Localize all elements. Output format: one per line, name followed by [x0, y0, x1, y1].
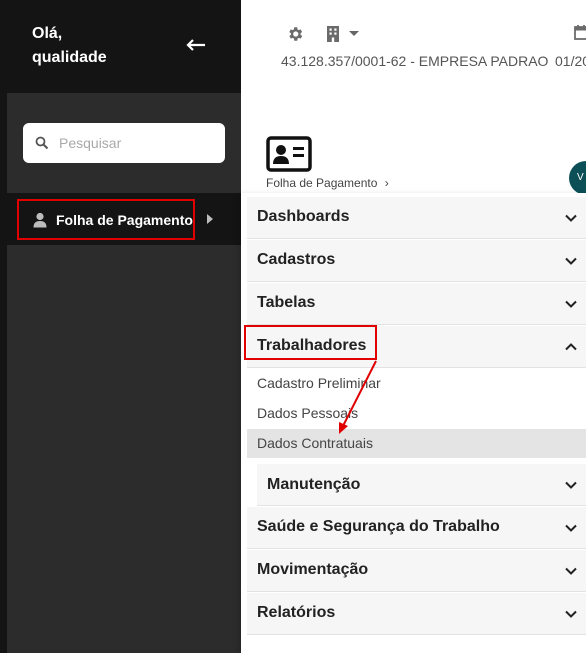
- chevron-down-icon: [565, 567, 577, 575]
- chevron-down-icon: [565, 610, 577, 618]
- chevron-down-icon: [565, 524, 577, 532]
- date-label: 01/20: [555, 53, 586, 69]
- id-card-icon: [266, 136, 312, 172]
- greeting-line1: Olá,: [32, 25, 63, 42]
- building-icon[interactable]: [325, 25, 341, 43]
- submenu-item-cadastro-preliminar[interactable]: Cadastro Preliminar: [257, 375, 381, 391]
- menu-section-label: Saúde e Segurança do Trabalho: [257, 518, 500, 535]
- menu-section-label: Manutenção: [267, 476, 361, 493]
- greeting-user: qualidade: [32, 49, 107, 66]
- greeting: Olá, qualidade: [32, 22, 107, 70]
- breadcrumb-chevron-icon: ›: [384, 176, 389, 190]
- gear-icon[interactable]: [286, 25, 304, 43]
- menu-section-dashboards[interactable]: Dashboards: [247, 197, 586, 239]
- breadcrumb[interactable]: Folha de Pagamento ›: [266, 176, 389, 190]
- company-label: 43.128.357/0001-62 - EMPRESA PADRAO: [281, 53, 549, 69]
- menu-section-label: Cadastros: [257, 251, 336, 268]
- submenu-item-dados-pessoais[interactable]: Dados Pessoais: [257, 405, 358, 421]
- sidebar-body: [7, 93, 241, 653]
- search-field[interactable]: [23, 123, 225, 163]
- menu-section-label: Relatórios: [257, 604, 336, 621]
- search-input[interactable]: [59, 135, 209, 151]
- chevron-down-icon: [565, 300, 577, 308]
- menu-section-relatorios[interactable]: Relatórios: [247, 593, 586, 635]
- chevron-down-icon[interactable]: [349, 31, 359, 36]
- menu-section-movimentacao[interactable]: Movimentação: [247, 550, 586, 592]
- menu-section-label: Dashboards: [257, 208, 350, 225]
- sidebar-header: Olá, qualidade: [0, 0, 241, 93]
- chevron-down-icon: [565, 257, 577, 265]
- caret-right-icon: [207, 214, 213, 224]
- menu-section-label: Tabelas: [257, 294, 316, 311]
- calendar-icon[interactable]: [574, 24, 586, 40]
- back-arrow-icon[interactable]: [184, 33, 208, 57]
- submenu-item-dados-contratuais[interactable]: Dados Contratuais: [257, 435, 373, 451]
- menu-section-saude-seguranca[interactable]: Saúde e Segurança do Trabalho: [247, 507, 586, 549]
- chevron-up-icon: [565, 343, 577, 351]
- top-header: [241, 0, 586, 93]
- app-root: Olá, qualidade Folha de Pagamento: [0, 0, 586, 653]
- menu-section-tabelas[interactable]: Tabelas: [247, 283, 586, 325]
- menu-section-cadastros[interactable]: Cadastros: [247, 240, 586, 282]
- chevron-down-icon: [565, 481, 577, 489]
- breadcrumb-item[interactable]: Folha de Pagamento: [266, 176, 377, 190]
- user-icon: [33, 212, 47, 227]
- sidebar-item-label: Folha de Pagamento: [56, 211, 193, 228]
- search-icon: [35, 136, 49, 150]
- sidebar-item-folha-de-pagamento[interactable]: Folha de Pagamento: [17, 199, 195, 240]
- menu-subsection-manutencao[interactable]: Manutenção: [257, 464, 586, 506]
- menu-section-label: Movimentação: [257, 561, 369, 578]
- chevron-down-icon: [565, 214, 577, 222]
- annotation-highlight-box: [244, 325, 377, 360]
